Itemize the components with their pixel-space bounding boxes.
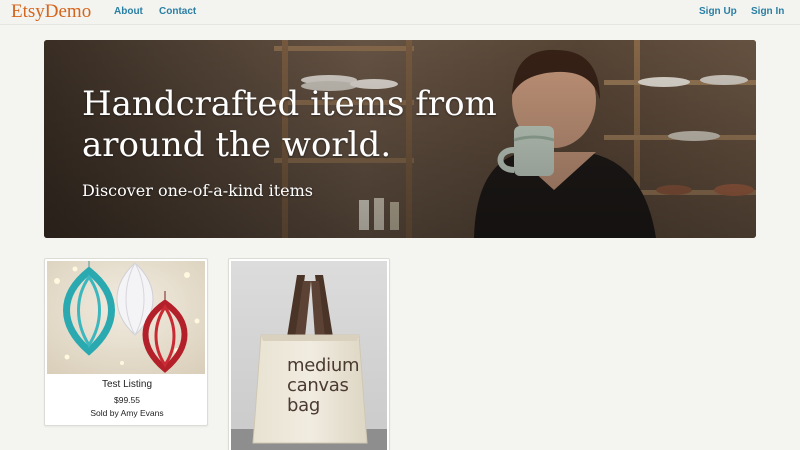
nav-contact-link[interactable]: Contact — [159, 6, 196, 18]
listing-card[interactable]: medium canvas bag — [228, 258, 390, 450]
sign-up-link[interactable]: Sign Up — [699, 6, 737, 18]
hero-title: Handcrafted items from around the world. — [82, 84, 497, 165]
listing-image-ornaments[interactable] — [47, 261, 205, 374]
sign-in-link[interactable]: Sign In — [751, 6, 784, 18]
nav-about-link[interactable]: About — [114, 6, 143, 18]
listing-seller: Sold by Amy Evans — [90, 408, 164, 418]
listing-title[interactable]: Test Listing — [45, 379, 209, 391]
listing-card[interactable]: Test Listing $99.55 Sold by Amy Evans — [44, 258, 208, 426]
top-navbar: EtsyDemo About Contact Sign Up Sign In — [0, 0, 800, 25]
paper-ornaments-image — [47, 261, 205, 374]
brand-logo-link[interactable]: EtsyDemo — [11, 1, 91, 23]
listing-price: $99.55 — [114, 395, 140, 405]
hero-subtitle: Discover one-of-a-kind items — [82, 181, 313, 200]
hero-banner: Handcrafted items from around the world.… — [44, 40, 756, 238]
bag-print-text: medium canvas bag — [287, 355, 360, 416]
